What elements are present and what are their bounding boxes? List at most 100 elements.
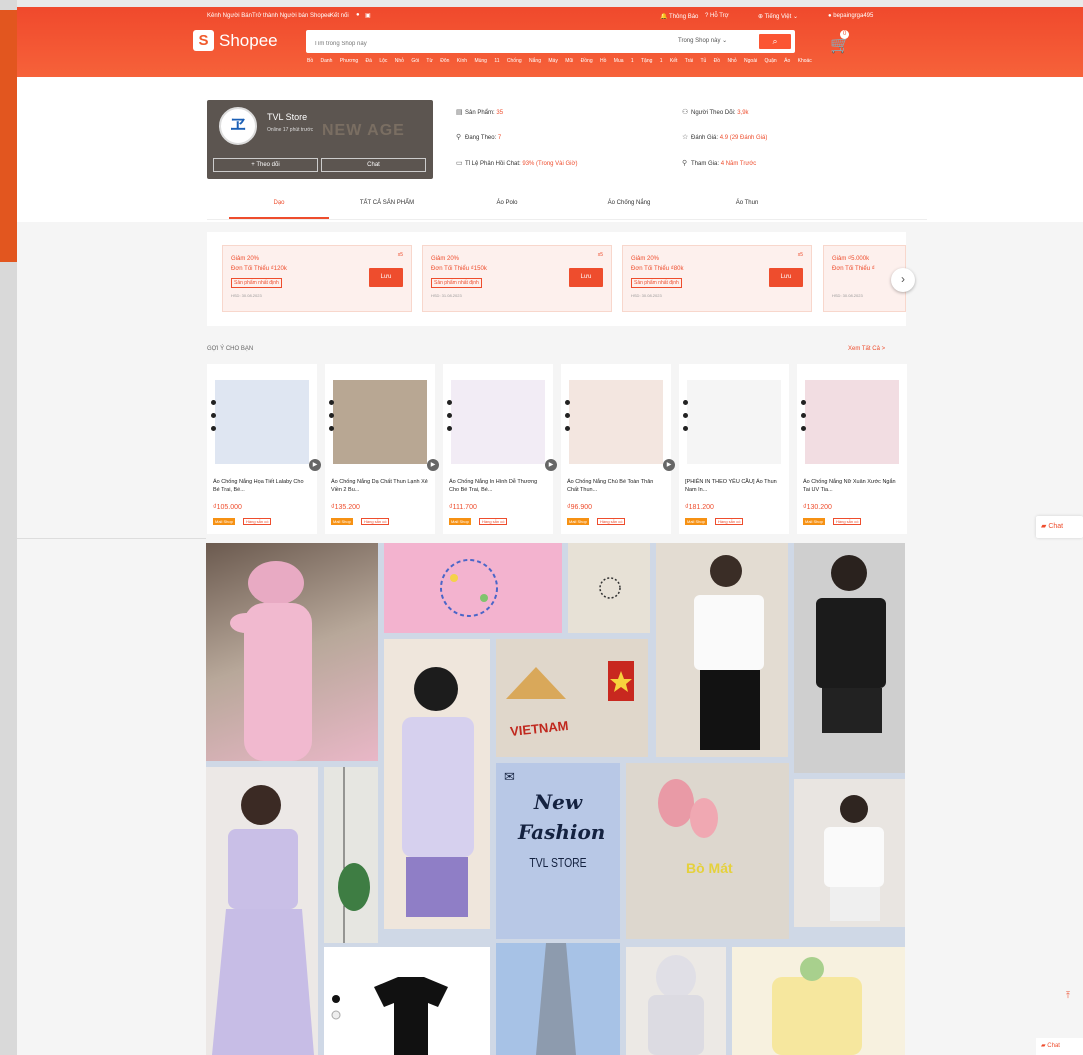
- help-link[interactable]: ? Hỗ Trợ: [705, 13, 729, 19]
- seller-center-link[interactable]: Kênh Người Bán: [207, 13, 252, 19]
- lilac-dress-figure: [212, 785, 314, 1055]
- stat-joined: ⚲ Tham Gia: 4 Năm Trước: [682, 159, 756, 167]
- become-seller-link[interactable]: Trở thành Người bán Shopee: [252, 13, 331, 19]
- cart-button[interactable]: 🛒 0: [830, 30, 850, 55]
- voucher-card: Giảm 20% Đơn Tối Thiểu ₫80k Sản phẩm nhấ…: [622, 245, 812, 312]
- language-selector[interactable]: ⊕ Tiếng Việt ⌄: [758, 13, 798, 20]
- black-tshirt-figure: [816, 555, 886, 733]
- tab-sun-jacket[interactable]: Áo Chống Nắng: [579, 200, 679, 206]
- product-card[interactable]: Áo Chống Nắng Dạ Chất Thun Lạnh Xẻ Viền …: [325, 364, 439, 534]
- flower-patch-illustration: [599, 577, 621, 599]
- voucher-expiry: HSD: 30.08.2023: [631, 293, 662, 298]
- stat-value: 7: [497, 135, 502, 141]
- banner-photo-lilac-dress: [206, 767, 318, 1055]
- followers-icon: ⚇: [682, 109, 689, 116]
- color-swatches: [801, 400, 807, 439]
- user-menu[interactable]: ● bepaingrga495: [828, 13, 873, 19]
- logo-text: Shopee: [219, 30, 278, 50]
- stat-products: ▤ Sản Phẩm: 35: [456, 108, 503, 116]
- banner-photo-white-tshirt: [656, 543, 788, 757]
- chat-label: Chat: [1048, 523, 1064, 530]
- voucher-discount: Giảm 20%: [231, 256, 260, 262]
- chat-shop-button[interactable]: Chat: [321, 158, 426, 172]
- product-name: Áo Chống Nắng Họa Tiết Lalaby Cho Bé Tra…: [213, 479, 304, 493]
- stat-value: 3,9k: [737, 110, 749, 116]
- vietnam-hat-illustration: [506, 661, 634, 701]
- chat-floating-button[interactable]: ▰ Chat: [1036, 516, 1083, 538]
- shopee-bag-icon: S: [193, 30, 214, 51]
- search-suggestions[interactable]: Bồ Danh Phương Đá Lộc Nhỏ Gói Từ Đôn Kín…: [307, 58, 812, 64]
- girl-jacket-figure: [402, 667, 474, 917]
- white-tshirt-figure: [694, 555, 764, 750]
- tab-tshirt[interactable]: Áo Thun: [697, 200, 797, 206]
- stat-rating: ☆ Đánh Giá: 4.9 (29 Đánh Giá): [682, 133, 767, 141]
- product-name: Áo Chống Nắng Chú Bé Toàn Thân Chất Thun…: [567, 479, 654, 493]
- shop-name: TVL Store: [267, 112, 308, 122]
- product-card[interactable]: Áo Chống Nắng In Hình Dễ Thương Cho Bé T…: [443, 364, 557, 534]
- voucher-scope-tag: Sản phẩm nhất định: [631, 278, 682, 288]
- back-to-top-icon[interactable]: ⤒: [1066, 990, 1070, 1001]
- voucher-next-button[interactable]: ›: [891, 268, 915, 292]
- video-play-icon[interactable]: ▶: [545, 459, 557, 471]
- stat-value: 93% (Trong Vài Giờ): [522, 161, 578, 167]
- video-play-icon[interactable]: ▶: [427, 459, 439, 471]
- save-voucher-button[interactable]: Lưu: [569, 268, 603, 287]
- banner-photo-tulips: Bò Mát: [626, 763, 789, 939]
- voucher-discount: Giảm 20%: [431, 256, 460, 262]
- chat-label: Chat: [1047, 1043, 1060, 1049]
- shopee-logo[interactable]: S Shopee: [193, 30, 278, 51]
- shop-avatar[interactable]: ヱ: [219, 107, 257, 145]
- stat-label: Tham Gia:: [691, 161, 720, 167]
- pink-jacket-figure: [230, 561, 312, 761]
- star-icon: ☆: [682, 134, 689, 141]
- join-icon: ⚲: [682, 160, 688, 167]
- product-card[interactable]: Áo Chống Nắng Chú Bé Toàn Thân Chất Thun…: [561, 364, 675, 534]
- tab-home[interactable]: Dạo: [229, 200, 329, 206]
- search-scope-select[interactable]: Trong Shop này ⌄: [678, 37, 727, 44]
- follow-button[interactable]: + Theo dõi: [213, 158, 318, 172]
- product-card[interactable]: Áo Chống Nắng Họa Tiết Lalaby Cho Bé Tra…: [207, 364, 321, 534]
- person-icon: ⚲: [456, 134, 462, 141]
- svg-text:Bò Mát: Bò Mát: [686, 860, 733, 876]
- color-swatches: [211, 400, 217, 439]
- stat-value: 4 Năm Trước: [720, 161, 757, 167]
- tab-polo[interactable]: Áo Polo: [457, 200, 557, 206]
- product-card[interactable]: [PHIÊN IN THEO YÊU CẦU] Áo Thun Nam In..…: [679, 364, 789, 534]
- voucher-discount: Giảm ₫5.000k: [832, 256, 870, 262]
- white-set-figure: [824, 795, 884, 921]
- search-scope-label: Trong Shop này: [678, 38, 721, 44]
- chat-floating-button-bottom[interactable]: ▰ Chat: [1036, 1038, 1083, 1055]
- banner-photo-flower-patch: [568, 543, 650, 633]
- save-voucher-button[interactable]: Lưu: [769, 268, 803, 287]
- see-all-link[interactable]: Xem Tất Cả >: [848, 346, 885, 352]
- instagram-icon[interactable]: ▣: [365, 12, 371, 19]
- product-badge: Mall Shop: [449, 518, 471, 525]
- banner-photo-pink-jacket: [206, 543, 378, 761]
- product-tag: Hàng sẵn có: [597, 518, 626, 525]
- video-play-icon[interactable]: ▶: [309, 459, 321, 471]
- voucher-quantity: x5: [797, 252, 803, 258]
- shop-banner-collage[interactable]: VIETNAM ✉ New Fashion TVL STORE Bò Mát: [206, 543, 905, 1055]
- product-card[interactable]: Áo Chống Nắng Nữ Xuân Xước Ngắn Tai UV T…: [797, 364, 907, 534]
- search-input[interactable]: [308, 34, 668, 54]
- help-label: Hỗ Trợ: [710, 13, 729, 19]
- facebook-icon[interactable]: ●: [356, 12, 360, 18]
- banner-photo-statue: [496, 943, 620, 1055]
- product-tag: Hàng sẵn có: [715, 518, 744, 525]
- chevron-right-icon: ›: [901, 272, 905, 286]
- product-name: Áo Chống Nắng In Hình Dễ Thương Cho Bé T…: [449, 479, 538, 493]
- tab-all-products[interactable]: TẤT CẢ SẢN PHẨM: [337, 200, 437, 206]
- stat-label: Người Theo Dõi:: [691, 110, 736, 116]
- save-voucher-button[interactable]: Lưu: [369, 268, 403, 287]
- product-price: ₫135.200: [331, 504, 360, 511]
- video-play-icon[interactable]: ▶: [663, 459, 675, 471]
- banner-photo-plant: [324, 767, 378, 943]
- notifications-link[interactable]: 🔔 Thông Báo: [660, 13, 698, 20]
- yellow-pattern-illustration: [772, 957, 862, 1055]
- product-tag: Hàng sẵn có: [243, 518, 272, 525]
- product-badge: Mall Shop: [331, 518, 353, 525]
- search-button[interactable]: ⌕: [759, 34, 791, 49]
- stat-value: 35: [496, 110, 504, 116]
- voucher-scope-tag: Sản phẩm nhất định: [231, 278, 282, 288]
- voucher-expiry: HSD: 30.08.2023: [231, 293, 262, 298]
